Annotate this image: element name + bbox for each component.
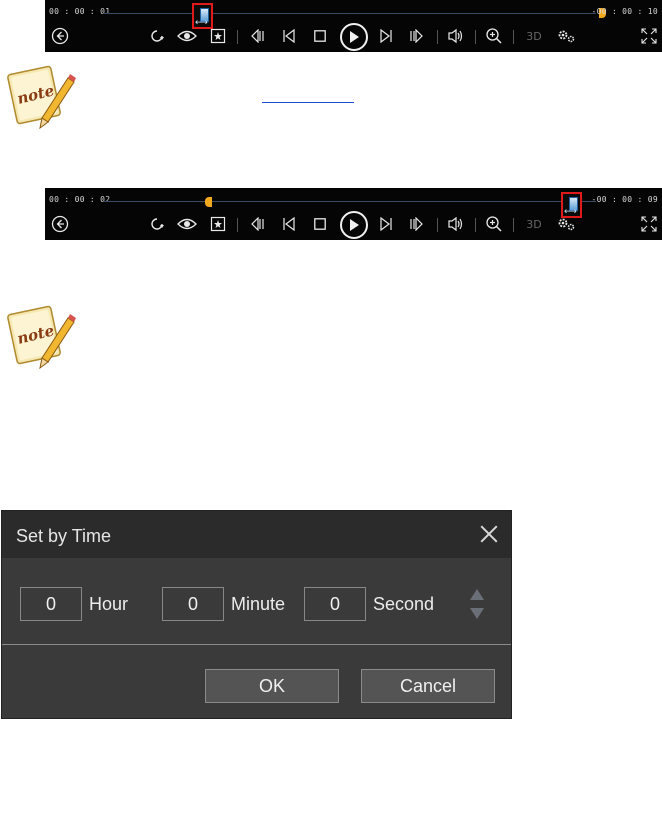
dialog-title-bar: Set by Time (2, 511, 511, 558)
hour-label: Hour (89, 594, 129, 614)
repeat-icon[interactable] (146, 24, 168, 48)
hour-input[interactable]: 0 (20, 587, 82, 621)
second-label: Second (373, 594, 435, 614)
divider (513, 218, 514, 232)
increment-arrow-icon[interactable] (470, 589, 484, 600)
playback-controls: 3D (45, 23, 662, 51)
second-input[interactable]: 0 (304, 587, 366, 621)
zoom-icon[interactable] (483, 24, 505, 48)
player-toolbar: 00 : 00 : 02 ⟷ -00 : 00 : 09 3D (45, 188, 662, 240)
note-icon: note (6, 300, 76, 374)
ok-button[interactable]: OK (205, 669, 339, 703)
set-by-time-dialog: Set by Time 0 Hour 0 Minute 0 Second OK … (1, 510, 512, 719)
seek-bar[interactable] (103, 201, 596, 202)
3d-button[interactable]: 3D (522, 24, 546, 48)
back-icon[interactable] (49, 24, 71, 48)
settings-icon[interactable] (554, 24, 578, 48)
settings-icon[interactable] (554, 212, 578, 236)
player-toolbar: 00 : 00 : 01 ⟷ -00 : 00 : 10 3D (45, 0, 662, 52)
divider (437, 218, 438, 232)
step-forward-icon[interactable] (375, 212, 397, 236)
hyperlink-underline[interactable] (262, 102, 354, 103)
next-chapter-icon[interactable] (406, 212, 428, 236)
elapsed-time: 00 : 00 : 02 (49, 195, 111, 204)
divider (437, 30, 438, 44)
elapsed-time: 00 : 00 : 01 (49, 7, 111, 16)
time-spinner (470, 589, 484, 623)
prev-chapter-icon[interactable] (246, 24, 268, 48)
divider (475, 30, 476, 44)
3d-button[interactable]: 3D (522, 212, 546, 236)
decrement-arrow-icon[interactable] (470, 608, 484, 619)
eye-icon[interactable] (175, 212, 199, 236)
fullscreen-icon[interactable] (639, 212, 659, 236)
snapshot-icon[interactable] (207, 212, 229, 236)
divider (237, 30, 238, 44)
divider (237, 218, 238, 232)
step-forward-icon[interactable] (375, 24, 397, 48)
play-icon[interactable] (340, 211, 368, 239)
playback-controls: 3D (45, 211, 662, 239)
volume-icon[interactable] (445, 24, 467, 48)
cancel-button[interactable]: Cancel (361, 669, 495, 703)
snapshot-icon[interactable] (207, 24, 229, 48)
step-back-icon[interactable] (278, 24, 300, 48)
seek-bar[interactable] (103, 13, 596, 14)
fullscreen-icon[interactable] (639, 24, 659, 48)
dialog-title: Set by Time (16, 526, 112, 546)
next-chapter-icon[interactable] (406, 24, 428, 48)
volume-icon[interactable] (445, 212, 467, 236)
minute-input[interactable]: 0 (162, 587, 224, 621)
eye-icon[interactable] (175, 24, 199, 48)
divider (2, 644, 511, 645)
stop-icon[interactable] (309, 24, 331, 48)
prev-chapter-icon[interactable] (246, 212, 268, 236)
remaining-time: -00 : 00 : 09 (591, 195, 658, 204)
play-icon[interactable] (340, 23, 368, 51)
repeat-icon[interactable] (146, 212, 168, 236)
zoom-icon[interactable] (483, 212, 505, 236)
divider (513, 30, 514, 44)
repeat-start-marker[interactable] (205, 197, 212, 207)
divider (475, 218, 476, 232)
minute-label: Minute (231, 594, 286, 614)
close-icon[interactable] (476, 521, 502, 547)
note-icon: note (6, 60, 76, 134)
step-back-icon[interactable] (278, 212, 300, 236)
remaining-time: -00 : 00 : 10 (591, 7, 658, 16)
stop-icon[interactable] (309, 212, 331, 236)
back-icon[interactable] (49, 212, 71, 236)
